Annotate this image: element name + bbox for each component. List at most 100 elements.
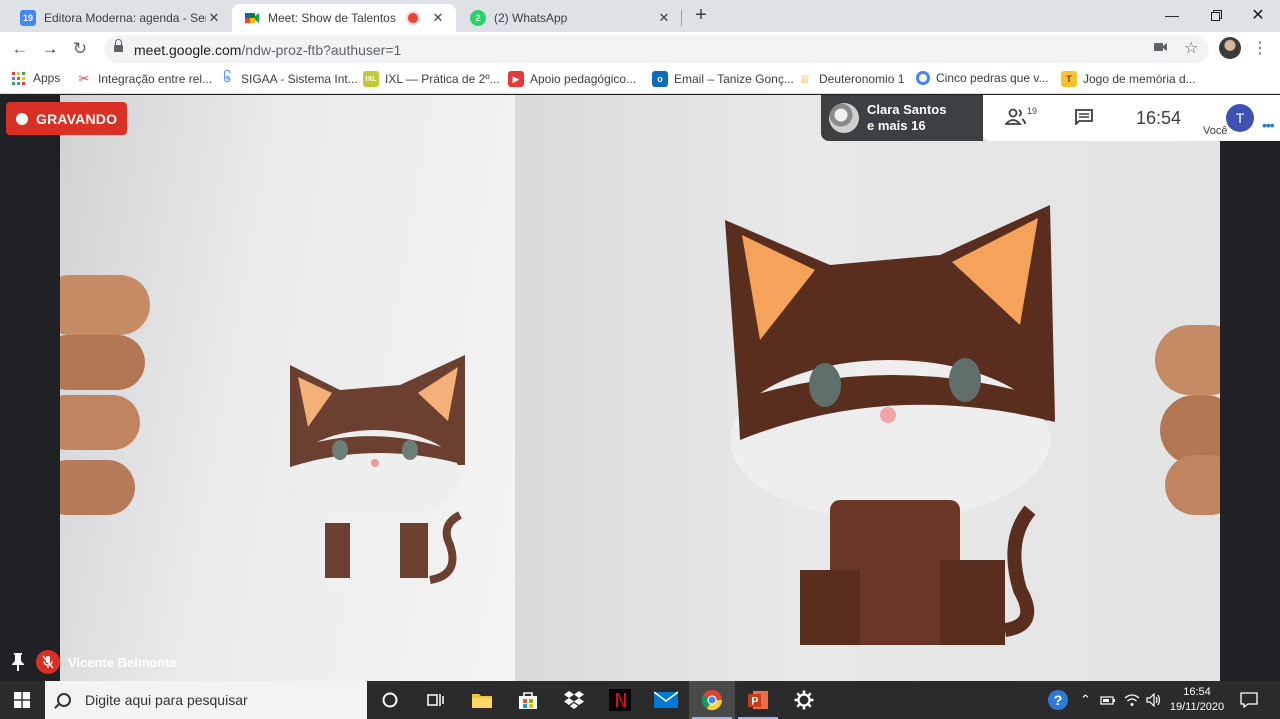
chat-icon — [1075, 109, 1093, 127]
speaker-label: Vicente Belmonte — [0, 642, 300, 681]
store-button[interactable] — [505, 681, 551, 719]
finger-right-3 — [1165, 455, 1220, 515]
participants-button[interactable]: 19 — [1004, 106, 1045, 128]
close-icon[interactable]: ✕ — [656, 10, 672, 26]
meeting-clock: 16:54 — [1136, 108, 1182, 128]
more-options-icon[interactable]: ••• — [1262, 117, 1275, 133]
url-text[interactable]: meet.google.com/ndw-proz-ftb?authuser=1 — [134, 42, 401, 58]
large-cat-drawing — [725, 205, 1055, 645]
tab-separator — [681, 10, 682, 26]
volume-icon[interactable] — [1146, 681, 1162, 719]
meet-stage: GRAVANDO Clara Santos e mais 16 19 16:54… — [0, 95, 1280, 681]
apps-grid-icon — [12, 71, 25, 85]
bookmark-deuteronomio[interactable]: ♕ Deuteronomio 1 — [797, 71, 905, 87]
bookmark-ixl[interactable]: IXL IXL — Prática de 2º... — [363, 71, 500, 87]
presenter-name: Clara Santos — [867, 102, 947, 117]
help-tray-icon[interactable]: ? — [1047, 681, 1069, 719]
chrome-button[interactable] — [689, 681, 735, 719]
taskbar-search-box[interactable]: Digite aqui para pesquisar — [45, 681, 367, 719]
small-cat-drawing — [290, 355, 465, 595]
settings-button[interactable] — [781, 681, 827, 719]
self-avatar[interactable]: T — [1226, 104, 1254, 132]
finger-left-4 — [60, 460, 135, 515]
new-tab-button[interactable]: + — [690, 5, 712, 27]
dropbox-button[interactable] — [551, 681, 597, 719]
bookmark-apps[interactable]: Apps — [12, 71, 60, 85]
video-feed — [60, 95, 1220, 681]
bookmark-email[interactable]: o Email – Tanize Gonç... — [652, 71, 794, 87]
tab-title: Editora Moderna: agenda - Sema — [44, 11, 206, 25]
windows-taskbar: Digite aqui para pesquisar ? ⌃ 16:54 19/… — [0, 681, 1280, 719]
scissors-icon: ✂ — [78, 71, 90, 86]
bookmark-apoio[interactable]: ▶ Apoio pedagógico... — [508, 71, 636, 87]
presenter-chip[interactable]: Clara Santos e mais 16 — [821, 95, 983, 141]
notifications-button[interactable] — [1240, 681, 1258, 719]
calendar-icon: 19 — [20, 10, 36, 26]
reload-button[interactable]: ↻ — [69, 38, 91, 60]
tab-meet[interactable]: Meet: Show de Talentos ✕ — [232, 4, 456, 32]
maximize-button[interactable] — [1194, 0, 1238, 30]
address-bar[interactable]: meet.google.com/ndw-proz-ftb?authuser=1 … — [104, 35, 1209, 63]
taskbar-date: 19/11/2020 — [1169, 701, 1225, 713]
meet-top-bar: 19 16:54 Você T ••• — [983, 95, 1280, 141]
meet-icon — [244, 10, 260, 26]
outlook-icon: o — [652, 71, 668, 87]
record-dot-icon — [16, 112, 28, 125]
close-window-button[interactable]: ✕ — [1236, 0, 1280, 30]
browser-toolbar: ← → ↻ meet.google.com/ndw-proz-ftb?authu… — [0, 32, 1280, 66]
self-label: Você — [1203, 125, 1228, 137]
chrome-icon — [701, 690, 723, 711]
dropbox-icon — [564, 691, 584, 709]
back-button[interactable]: ← — [9, 38, 31, 60]
taskbar-clock[interactable]: 16:54 19/11/2020 — [1168, 685, 1226, 715]
netflix-icon — [609, 689, 631, 711]
presenter-more: e mais 16 — [867, 118, 926, 133]
finger-left-3 — [60, 395, 140, 450]
cortana-circle-icon — [382, 692, 398, 708]
bookmark-integracao[interactable]: ✂ Integração entre rel... — [76, 71, 213, 87]
participants-count: 19 — [1027, 106, 1038, 116]
chat-button[interactable] — [1075, 109, 1093, 127]
netflix-button[interactable] — [597, 681, 643, 719]
recording-badge: GRAVANDO — [6, 102, 128, 135]
start-button[interactable] — [0, 681, 44, 719]
bookmark-star-icon[interactable]: ☆ — [1184, 38, 1198, 58]
tab-whatsapp[interactable]: 2 (2) WhatsApp ✕ — [458, 4, 682, 32]
tab-title: (2) WhatsApp — [494, 11, 568, 25]
lock-icon[interactable] — [114, 39, 123, 54]
cortana-button[interactable] — [367, 681, 413, 719]
search-placeholder: Digite aqui para pesquisar — [85, 692, 248, 708]
wifi-icon[interactable] — [1124, 681, 1140, 719]
mail-button[interactable] — [643, 681, 689, 719]
forward-button[interactable]: → — [39, 38, 61, 60]
ixl-icon: IXL — [363, 71, 379, 87]
finger-left-1 — [60, 275, 150, 335]
help-question-icon: ? — [1048, 690, 1068, 710]
youtube-icon: ▶ — [508, 71, 524, 87]
pin-icon[interactable] — [10, 652, 26, 672]
finger-left-2 — [60, 335, 145, 390]
tab-editora[interactable]: 19 Editora Moderna: agenda - Sema ✕ — [8, 4, 232, 32]
svg-text:?: ? — [1054, 692, 1063, 708]
minimize-button[interactable]: — — [1150, 0, 1194, 30]
mic-off-icon — [36, 650, 60, 674]
bookmark-cinco-pedras[interactable]: Cinco pedras que v... — [916, 71, 1049, 85]
task-view-button[interactable] — [413, 681, 459, 719]
battery-icon[interactable] — [1100, 681, 1116, 719]
powerpoint-button[interactable] — [735, 681, 781, 719]
bookmark-sigaa[interactable]: ၆ SIGAA - Sistema Int... — [219, 69, 357, 87]
close-icon[interactable]: ✕ — [430, 10, 446, 26]
finger-right-1 — [1155, 325, 1220, 395]
close-icon[interactable]: ✕ — [206, 10, 222, 26]
camera-icon[interactable] — [1154, 40, 1168, 57]
bookmark-jogo-memoria[interactable]: T Jogo de memória d... — [1061, 71, 1196, 87]
taskbar-time: 16:54 — [1183, 686, 1211, 698]
chevron-up-icon[interactable]: ⌃ — [1080, 681, 1091, 719]
presenter-avatar — [829, 103, 859, 133]
windows-icon — [14, 692, 30, 708]
more-menu-icon[interactable]: ⋮ — [1252, 38, 1268, 58]
recording-indicator-icon — [408, 13, 418, 23]
profile-avatar[interactable] — [1219, 37, 1241, 59]
file-explorer-button[interactable] — [459, 681, 505, 719]
swirl-icon: ၆ — [223, 69, 231, 85]
